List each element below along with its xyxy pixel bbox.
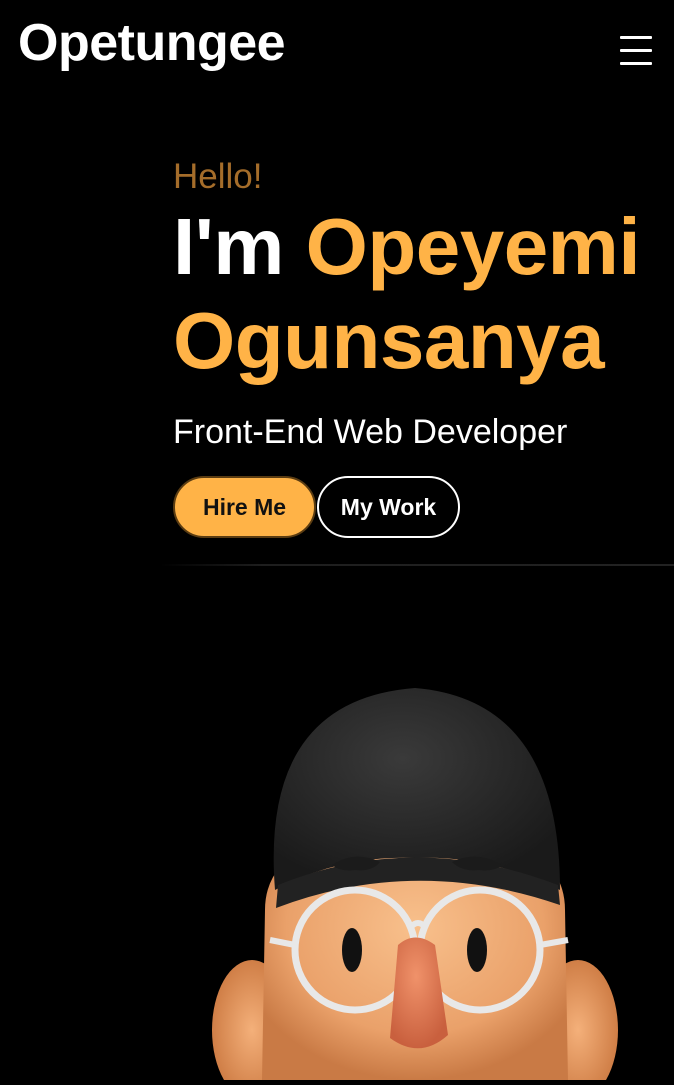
hero-headline: I'm Opeyemi Ogunsanya bbox=[173, 200, 641, 388]
section-divider bbox=[160, 564, 674, 566]
intro-text: I'm bbox=[173, 202, 306, 291]
hire-me-button[interactable]: Hire Me bbox=[173, 476, 316, 538]
menu-line bbox=[620, 62, 652, 65]
menu-line bbox=[620, 36, 652, 39]
my-work-button[interactable]: My Work bbox=[317, 476, 460, 538]
site-logo[interactable]: Opetungee bbox=[18, 10, 286, 76]
role-subtitle: Front-End Web Developer bbox=[173, 413, 568, 451]
menu-line bbox=[620, 49, 652, 52]
first-name: Opeyemi bbox=[305, 202, 641, 291]
greeting-text: Hello! bbox=[173, 157, 263, 196]
last-name: Ogunsanya bbox=[173, 296, 605, 385]
hamburger-menu-icon[interactable] bbox=[614, 30, 658, 70]
memoji-avatar-icon bbox=[190, 660, 660, 1085]
